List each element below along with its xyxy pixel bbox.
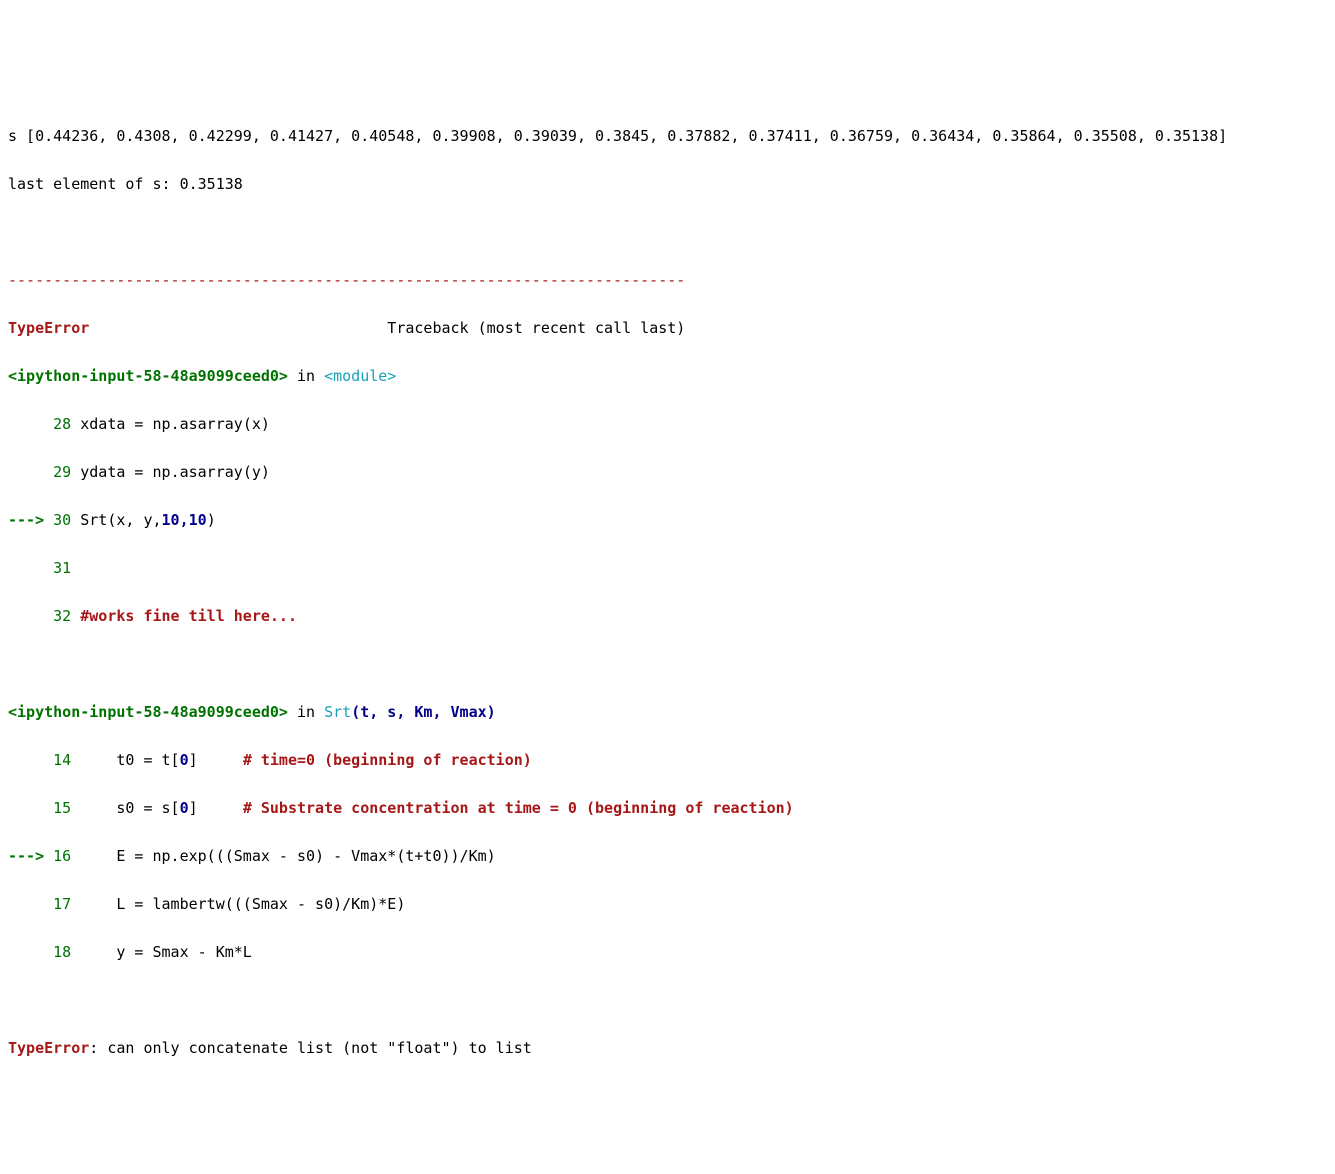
frame-header: <ipython-input-58-48a9099ceed0> in <modu…	[8, 364, 1327, 388]
code-line-18: 18 y = Smax - Km*L	[8, 940, 1327, 964]
code-comment: #works fine till here...	[80, 607, 297, 625]
line-number: 28	[8, 415, 80, 433]
code-line-15: 15 s0 = s[0] # Substrate concentration a…	[8, 796, 1327, 820]
line-number: 29	[8, 463, 80, 481]
code-line-31: 31	[8, 556, 1327, 580]
code-line-30-current: ---> 30 Srt(x, y,10,10)	[8, 508, 1327, 532]
frame-signature: (t, s, Km, Vmax)	[351, 703, 496, 721]
traceback-label	[89, 319, 387, 337]
frame-scope: <module>	[324, 367, 396, 385]
code-line-29: 29 ydata = np.asarray(y)	[8, 460, 1327, 484]
code-line-32: 32 #works fine till here...	[8, 604, 1327, 628]
code-comment: # Substrate concentration at time = 0 (b…	[243, 799, 794, 817]
line-number: 16	[53, 847, 80, 865]
frame-source: <ipython-input-58-48a9099ceed0>	[8, 703, 288, 721]
frame-source: <ipython-input-58-48a9099ceed0>	[8, 367, 288, 385]
frame-header: <ipython-input-58-48a9099ceed0> in Srt(t…	[8, 700, 1327, 724]
line-number: 17	[8, 895, 80, 913]
blank-line	[8, 220, 1327, 244]
code-line-28: 28 xdata = np.asarray(x)	[8, 412, 1327, 436]
blank-line	[8, 652, 1327, 676]
line-number: 30	[53, 511, 80, 529]
in-word: in	[288, 367, 324, 385]
final-error-line: TypeError: can only concatenate list (no…	[8, 1036, 1327, 1060]
arrow-marker: --->	[8, 847, 53, 865]
line-number: 32	[8, 607, 80, 625]
code-line-14: 14 t0 = t[0] # time=0 (beginning of reac…	[8, 748, 1327, 772]
line-number: 15	[8, 799, 80, 817]
traceback-separator: ----------------------------------------…	[8, 268, 1327, 292]
line-number: 18	[8, 943, 80, 961]
line-number: 14	[8, 751, 80, 769]
traceback-label-text: Traceback (most recent call last)	[387, 319, 685, 337]
code-line-17: 17 L = lambertw(((Smax - s0)/Km)*E)	[8, 892, 1327, 916]
in-word: in	[288, 703, 324, 721]
code-line-16-current: ---> 16 E = np.exp(((Smax - s0) - Vmax*(…	[8, 844, 1327, 868]
traceback-header: TypeError Traceback (most recent call la…	[8, 316, 1327, 340]
error-type: TypeError	[8, 1039, 89, 1057]
line-number: 31	[8, 559, 80, 577]
stdout-line: last element of s: 0.35138	[8, 172, 1327, 196]
jupyter-output-area: s [0.44236, 0.4308, 0.42299, 0.41427, 0.…	[0, 96, 1335, 1088]
arrow-marker: --->	[8, 511, 53, 529]
error-message: : can only concatenate list (not "float"…	[89, 1039, 532, 1057]
stdout-line: s [0.44236, 0.4308, 0.42299, 0.41427, 0.…	[8, 124, 1327, 148]
blank-line	[8, 988, 1327, 1012]
code-comment: # time=0 (beginning of reaction)	[243, 751, 532, 769]
error-type: TypeError	[8, 319, 89, 337]
frame-function: Srt	[324, 703, 351, 721]
